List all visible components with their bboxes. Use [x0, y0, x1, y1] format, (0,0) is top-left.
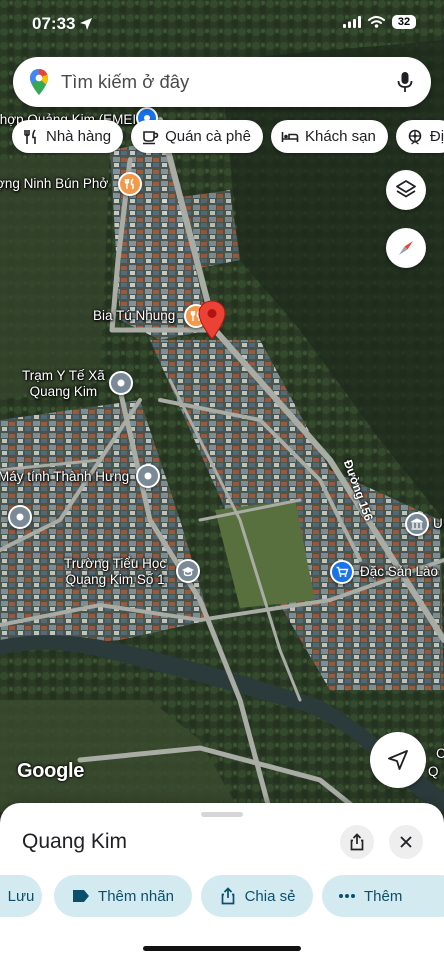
- poi-label-right-u[interactable]: U: [433, 516, 443, 532]
- compass-icon: [399, 241, 413, 255]
- poi-label-right-c[interactable]: C: [436, 746, 444, 762]
- more-icon: [339, 894, 355, 898]
- search-input[interactable]: Tìm kiếm ở đây: [61, 71, 397, 93]
- shopping-pin-icon[interactable]: [330, 560, 354, 584]
- action-label: Thêm nhãn: [98, 887, 174, 905]
- search-bar[interactable]: Tìm kiếm ở đây: [13, 57, 431, 107]
- location-arrow-icon: [80, 18, 93, 30]
- fork-knife-icon: [24, 128, 36, 144]
- chip-label: Đị: [429, 128, 444, 145]
- label-icon: [73, 890, 90, 902]
- poi-label-line-1: Trường Tiểu Học: [64, 556, 167, 571]
- chip-label: Khách sạn: [304, 128, 376, 145]
- place-bottom-sheet[interactable]: Quang Kim Lưu Thêm nhãn Chia sẻ Thêm: [0, 803, 444, 960]
- my-location-button[interactable]: [370, 732, 426, 788]
- school-pin-icon[interactable]: [176, 559, 200, 583]
- dropped-pin-icon[interactable]: [198, 300, 226, 340]
- poi-label-truong[interactable]: Trường Tiểu Học Quang Kim Số 1: [64, 556, 166, 588]
- status-time: 07:33: [32, 14, 93, 34]
- share-button[interactable]: [340, 825, 374, 859]
- layers-button[interactable]: [386, 170, 426, 210]
- google-logo: Google: [17, 760, 85, 782]
- poi-label-tram-y-te[interactable]: Trạm Y Tế Xã Quang Kim: [22, 368, 105, 400]
- chip-label: Quán cà phê: [165, 128, 251, 145]
- navigation-arrow-icon: [388, 750, 408, 770]
- action-label: Lưu: [7, 887, 35, 905]
- battery-indicator: 32: [392, 15, 416, 29]
- bed-icon: [281, 131, 299, 142]
- layers-icon: [396, 180, 416, 198]
- poi-label-dac-san[interactable]: Đặc Sản Lào: [360, 564, 438, 580]
- poi-label-may-tinh[interactable]: Máy tính Thành Hưng: [0, 469, 129, 485]
- chip-attractions[interactable]: Đị: [395, 120, 444, 153]
- microphone-icon[interactable]: [397, 71, 413, 93]
- status-icons: 32: [343, 15, 416, 29]
- poi-label-line-2: Quang Kim: [29, 384, 98, 399]
- health-pin-icon[interactable]: [109, 371, 133, 395]
- sheet-grabber[interactable]: [201, 812, 243, 817]
- compass-button[interactable]: [386, 228, 426, 268]
- poi-label-bia[interactable]: Bia Tú Nhung: [93, 308, 175, 324]
- restaurant-pin-icon[interactable]: [118, 172, 142, 196]
- signal-icon: [343, 16, 361, 28]
- share-action-button[interactable]: Chia sẻ: [201, 875, 313, 917]
- add-label-button[interactable]: Thêm nhãn: [54, 875, 192, 917]
- chip-hotels[interactable]: Khách sạn: [270, 120, 388, 153]
- attraction-icon: [408, 129, 422, 145]
- more-button[interactable]: Thêm: [322, 875, 444, 917]
- clock: 07:33: [32, 14, 76, 33]
- place-pin-icon[interactable]: [8, 505, 32, 529]
- place-title: Quang Kim: [22, 830, 128, 853]
- chip-cafes[interactable]: Quán cà phê: [131, 120, 263, 153]
- close-icon: [400, 836, 412, 848]
- save-button[interactable]: Lưu: [0, 875, 42, 917]
- category-chips: Nhà hàng Quán cà phê Khách sạn Đị: [12, 120, 444, 153]
- maps-logo-icon: [30, 69, 48, 95]
- action-label: Thêm: [364, 887, 403, 905]
- action-buttons: Lưu Thêm nhãn Chia sẻ Thêm: [0, 875, 444, 917]
- wifi-icon: [368, 16, 385, 28]
- coffee-cup-icon: [143, 130, 159, 144]
- share-icon: [350, 833, 364, 851]
- poi-label-right-q[interactable]: Q: [428, 764, 439, 780]
- place-pin-icon[interactable]: [136, 464, 160, 488]
- chip-label: Nhà hàng: [46, 128, 112, 145]
- poi-label-line-1: Trạm Y Tế Xã: [22, 368, 105, 383]
- poi-label-bun-pho[interactable]: ợng Ninh Bún Phở: [0, 176, 108, 192]
- government-pin-icon[interactable]: [405, 512, 429, 536]
- home-indicator[interactable]: [143, 946, 301, 951]
- poi-label-line-2: Quang Kim Số 1: [65, 572, 165, 587]
- chip-restaurants[interactable]: Nhà hàng: [12, 120, 124, 153]
- action-label: Chia sẻ: [244, 887, 296, 905]
- close-button[interactable]: [389, 825, 423, 859]
- share-icon: [221, 887, 234, 905]
